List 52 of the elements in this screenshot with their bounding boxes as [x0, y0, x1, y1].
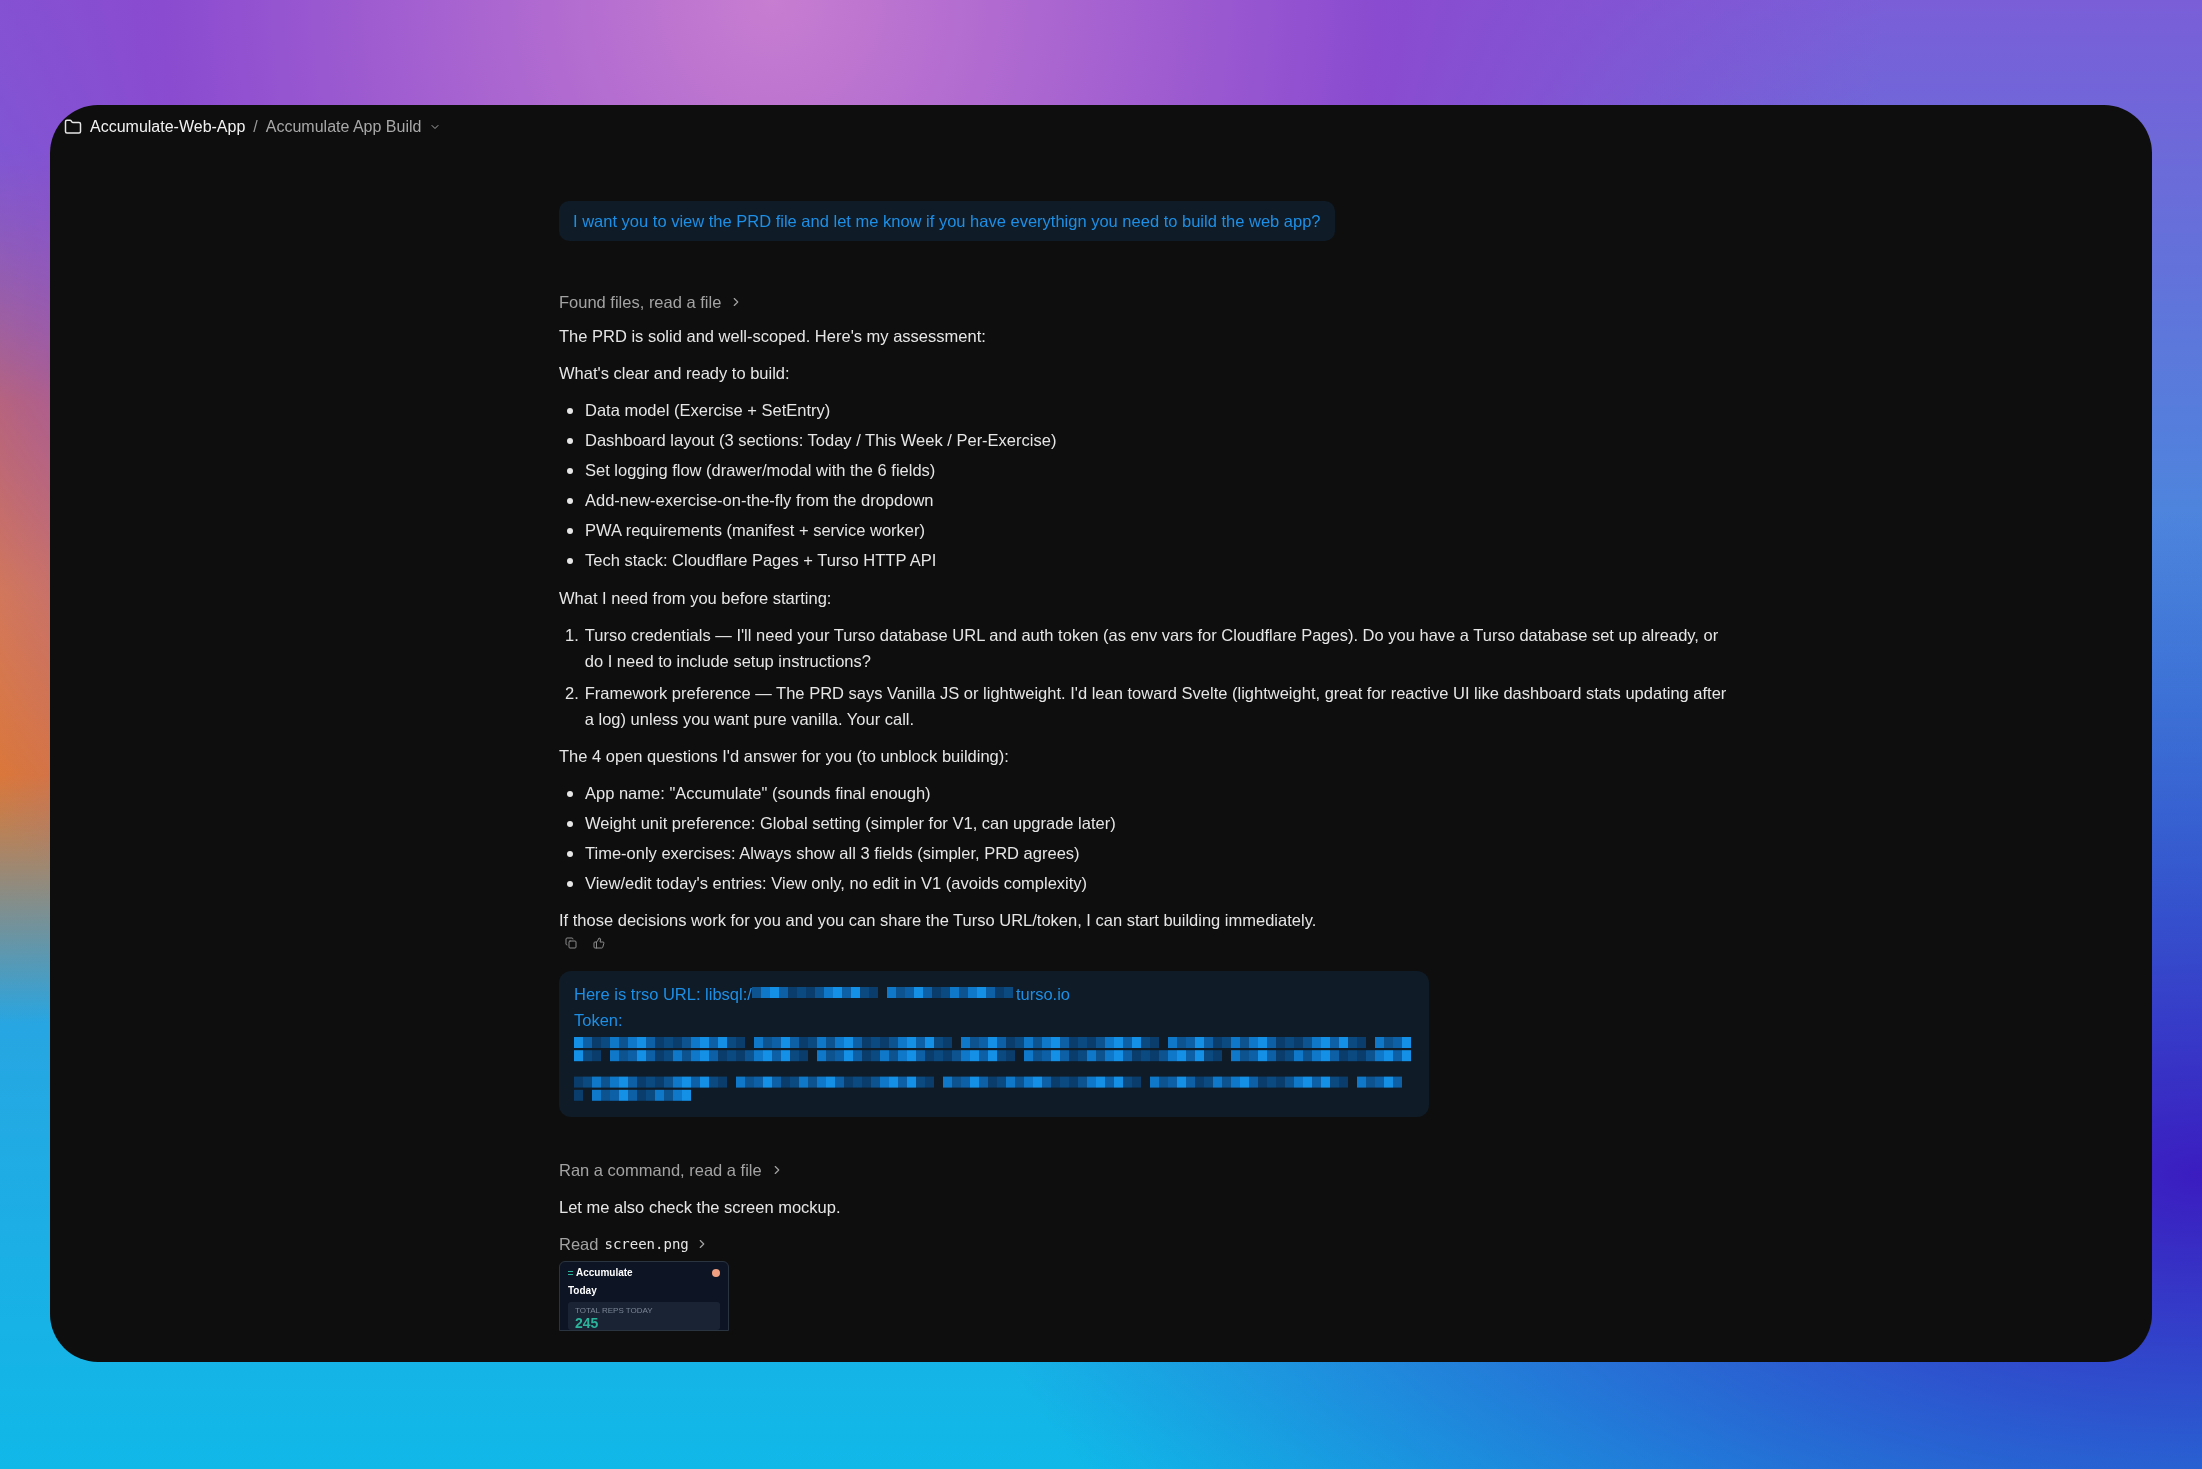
project-link[interactable]: Accumulate-Web-App	[90, 115, 246, 139]
screenshot-thumbnail[interactable]: Accumulate Today TOTAL REPS TODAY 245	[559, 1261, 729, 1331]
response-paragraph: The PRD is solid and well-scoped. Here's my assessment:	[559, 326, 987, 347]
list-item-text: Add-new-exercise-on-the-fly from the dropdown	[585, 490, 934, 511]
bullet-icon	[567, 498, 573, 504]
copy-icon	[565, 937, 577, 949]
stat-label: TOTAL REPS TODAY	[575, 1306, 654, 1316]
list-item-text: Tech stack: Cloudflare Pages + Turso HTTP API	[585, 550, 937, 571]
bullet-icon	[567, 408, 573, 414]
response-paragraph: The 4 open questions I'd answer for you (to unblock building):	[559, 746, 1010, 767]
list-number: 2.	[565, 683, 579, 704]
token-label: Token:	[574, 1010, 624, 1031]
list-item-text: Framework preference — The PRD says Vanilla JS or lightweight. I'd lean toward Svelte (lightweight, great for reactive UI like dashboard stats updating after a log) unless you want pure vanilla. Your call.	[584, 683, 1728, 730]
menu-icon	[568, 1271, 573, 1275]
bullet-icon	[567, 821, 573, 827]
thumbnail-title: Accumulate	[576, 1267, 633, 1279]
folder-icon	[64, 118, 82, 136]
thumbs-up-button[interactable]	[593, 937, 605, 949]
url-label: Here is trso URL: libsql:/	[574, 984, 752, 1005]
user-message: I want you to view the PRD file and let me know if you have everythign you need to build the web app?	[573, 212, 1321, 230]
chat-title-dropdown[interactable]: Accumulate App Build	[265, 115, 442, 139]
thumbs-up-icon	[593, 937, 605, 949]
list-item-text: View/edit today's entries: View only, no edit in V1 (avoids complexity)	[585, 873, 1088, 894]
activity-toggle[interactable]: Ran a command, read a file	[559, 1157, 784, 1183]
response-paragraph: What's clear and ready to build:	[559, 363, 791, 384]
breadcrumb-separator: /	[253, 117, 258, 137]
bullet-icon	[567, 438, 573, 444]
bullet-icon	[567, 881, 573, 887]
list-item-text: Dashboard layout (3 sections: Today / This Week / Per-Exercise)	[585, 430, 1057, 451]
avatar-icon	[712, 1269, 720, 1277]
stat-value: 245	[575, 1316, 600, 1330]
bullet-icon	[567, 528, 573, 534]
response-paragraph: If those decisions work for you and you can share the Turso URL/token, I can start building immediately.	[559, 910, 1318, 931]
list-item-text: Set logging flow (drawer/modal with the 6 fields)	[585, 460, 936, 481]
list-item-text: Turso credentials — I'll need your Turso database URL and auth token (as env vars for Cloudflare Pages). Do you have a Turso database set up already, or do I need to include setup instructions?	[584, 625, 1720, 672]
list-item-text: App name: "Accumulate" (sounds final enough)	[585, 783, 931, 804]
list-item-text: Time-only exercises: Always show all 3 fields (simpler, PRD agrees)	[585, 843, 1080, 864]
list-item-text: PWA requirements (manifest + service worker)	[585, 520, 926, 541]
list-number: 1.	[565, 625, 579, 646]
bullet-icon	[567, 791, 573, 797]
bullet-icon	[567, 851, 573, 857]
url-suffix: turso.io	[1015, 984, 1070, 1005]
response-paragraph: What I need from you before starting:	[559, 588, 833, 609]
thumbnail-section: Today	[568, 1285, 720, 1297]
response-paragraph: Let me also check the screen mockup.	[559, 1197, 842, 1218]
copy-button[interactable]	[565, 937, 577, 949]
bullet-icon	[567, 468, 573, 474]
read-file-toggle[interactable]: Read screen.png	[559, 1231, 709, 1257]
bullet-icon	[567, 558, 573, 564]
activity-toggle[interactable]: Found files, read a file	[559, 289, 744, 315]
list-item-text: Data model (Exercise + SetEntry)	[585, 400, 831, 421]
list-item-text: Weight unit preference: Global setting (simpler for V1, can upgrade later)	[585, 813, 1116, 834]
